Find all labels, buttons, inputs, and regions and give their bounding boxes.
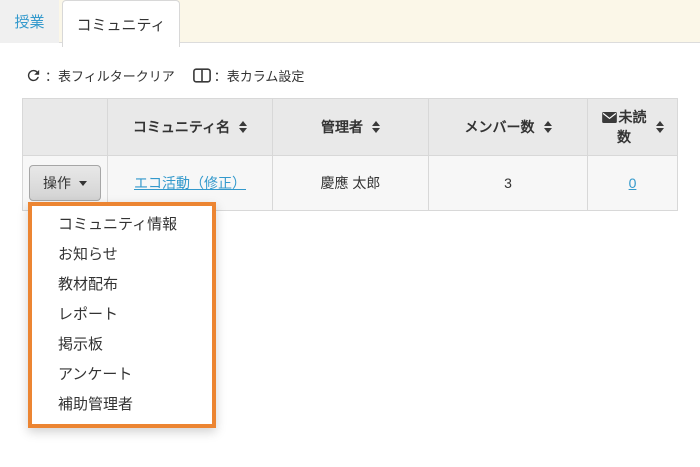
header-manager-label: 管理者 (321, 117, 363, 137)
cell-unread-count: 0 (588, 156, 678, 211)
table-toolbar: ：表フィルタークリア ：表カラム設定 (25, 63, 304, 87)
tab-bar: 授業 コミュニティ (0, 0, 700, 43)
tab-community-label: コミュニティ (76, 14, 165, 35)
refresh-icon[interactable] (25, 67, 42, 84)
header-actions (23, 99, 108, 156)
actions-dropdown-button[interactable]: 操作 (29, 165, 101, 201)
filter-clear-group: ：表フィルタークリア (25, 66, 175, 85)
column-settings-label: ：表カラム設定 (214, 66, 305, 85)
column-settings-group: ：表カラム設定 (193, 66, 305, 85)
header-community-name-label: コミュニティ名 (133, 117, 230, 137)
menu-item-survey[interactable]: アンケート (32, 360, 212, 390)
sort-icon[interactable] (372, 121, 380, 133)
header-unread-count[interactable]: 未読数 (588, 99, 678, 156)
actions-dropdown-menu: コミュニティ情報 お知らせ 教材配布 レポート 掲示板 アンケート 補助管理者 (28, 202, 216, 428)
envelope-icon (602, 110, 617, 126)
tab-class-label: 授業 (14, 11, 44, 32)
header-unread-count-label: 未読数 (601, 108, 647, 147)
menu-item-community-info[interactable]: コミュニティ情報 (32, 210, 212, 240)
table-header-row: コミュニティ名 管理者 メンバー数 (23, 99, 678, 156)
page: 授業 コミュニティ ：表フィルタークリア ：表カラム設定 (0, 0, 700, 467)
caret-down-icon (79, 181, 87, 186)
header-member-count-label: メンバー数 (465, 117, 535, 137)
menu-item-material-distribution[interactable]: 教材配布 (32, 270, 212, 300)
header-community-name[interactable]: コミュニティ名 (108, 99, 273, 156)
menu-item-bulletin-board[interactable]: 掲示板 (32, 330, 212, 360)
actions-dropdown-button-label: 操作 (43, 173, 71, 193)
unread-count-link[interactable]: 0 (629, 175, 637, 191)
community-table: コミュニティ名 管理者 メンバー数 (22, 98, 678, 211)
tab-community[interactable]: コミュニティ (62, 0, 180, 47)
table-columns-icon[interactable] (193, 68, 211, 83)
sort-icon[interactable] (656, 121, 664, 133)
cell-member-count: 3 (429, 156, 588, 211)
filter-clear-label: ：表フィルタークリア (45, 66, 175, 85)
header-member-count[interactable]: メンバー数 (429, 99, 588, 156)
tab-class[interactable]: 授業 (0, 0, 59, 43)
sort-icon[interactable] (544, 121, 552, 133)
menu-item-sub-manager[interactable]: 補助管理者 (32, 390, 212, 420)
menu-item-announcements[interactable]: お知らせ (32, 240, 212, 270)
menu-item-report[interactable]: レポート (32, 300, 212, 330)
header-manager[interactable]: 管理者 (273, 99, 429, 156)
community-name-link[interactable]: エコ活動（修正） (134, 175, 246, 191)
cell-manager: 慶應 太郎 (273, 156, 429, 211)
sort-icon[interactable] (239, 121, 247, 133)
